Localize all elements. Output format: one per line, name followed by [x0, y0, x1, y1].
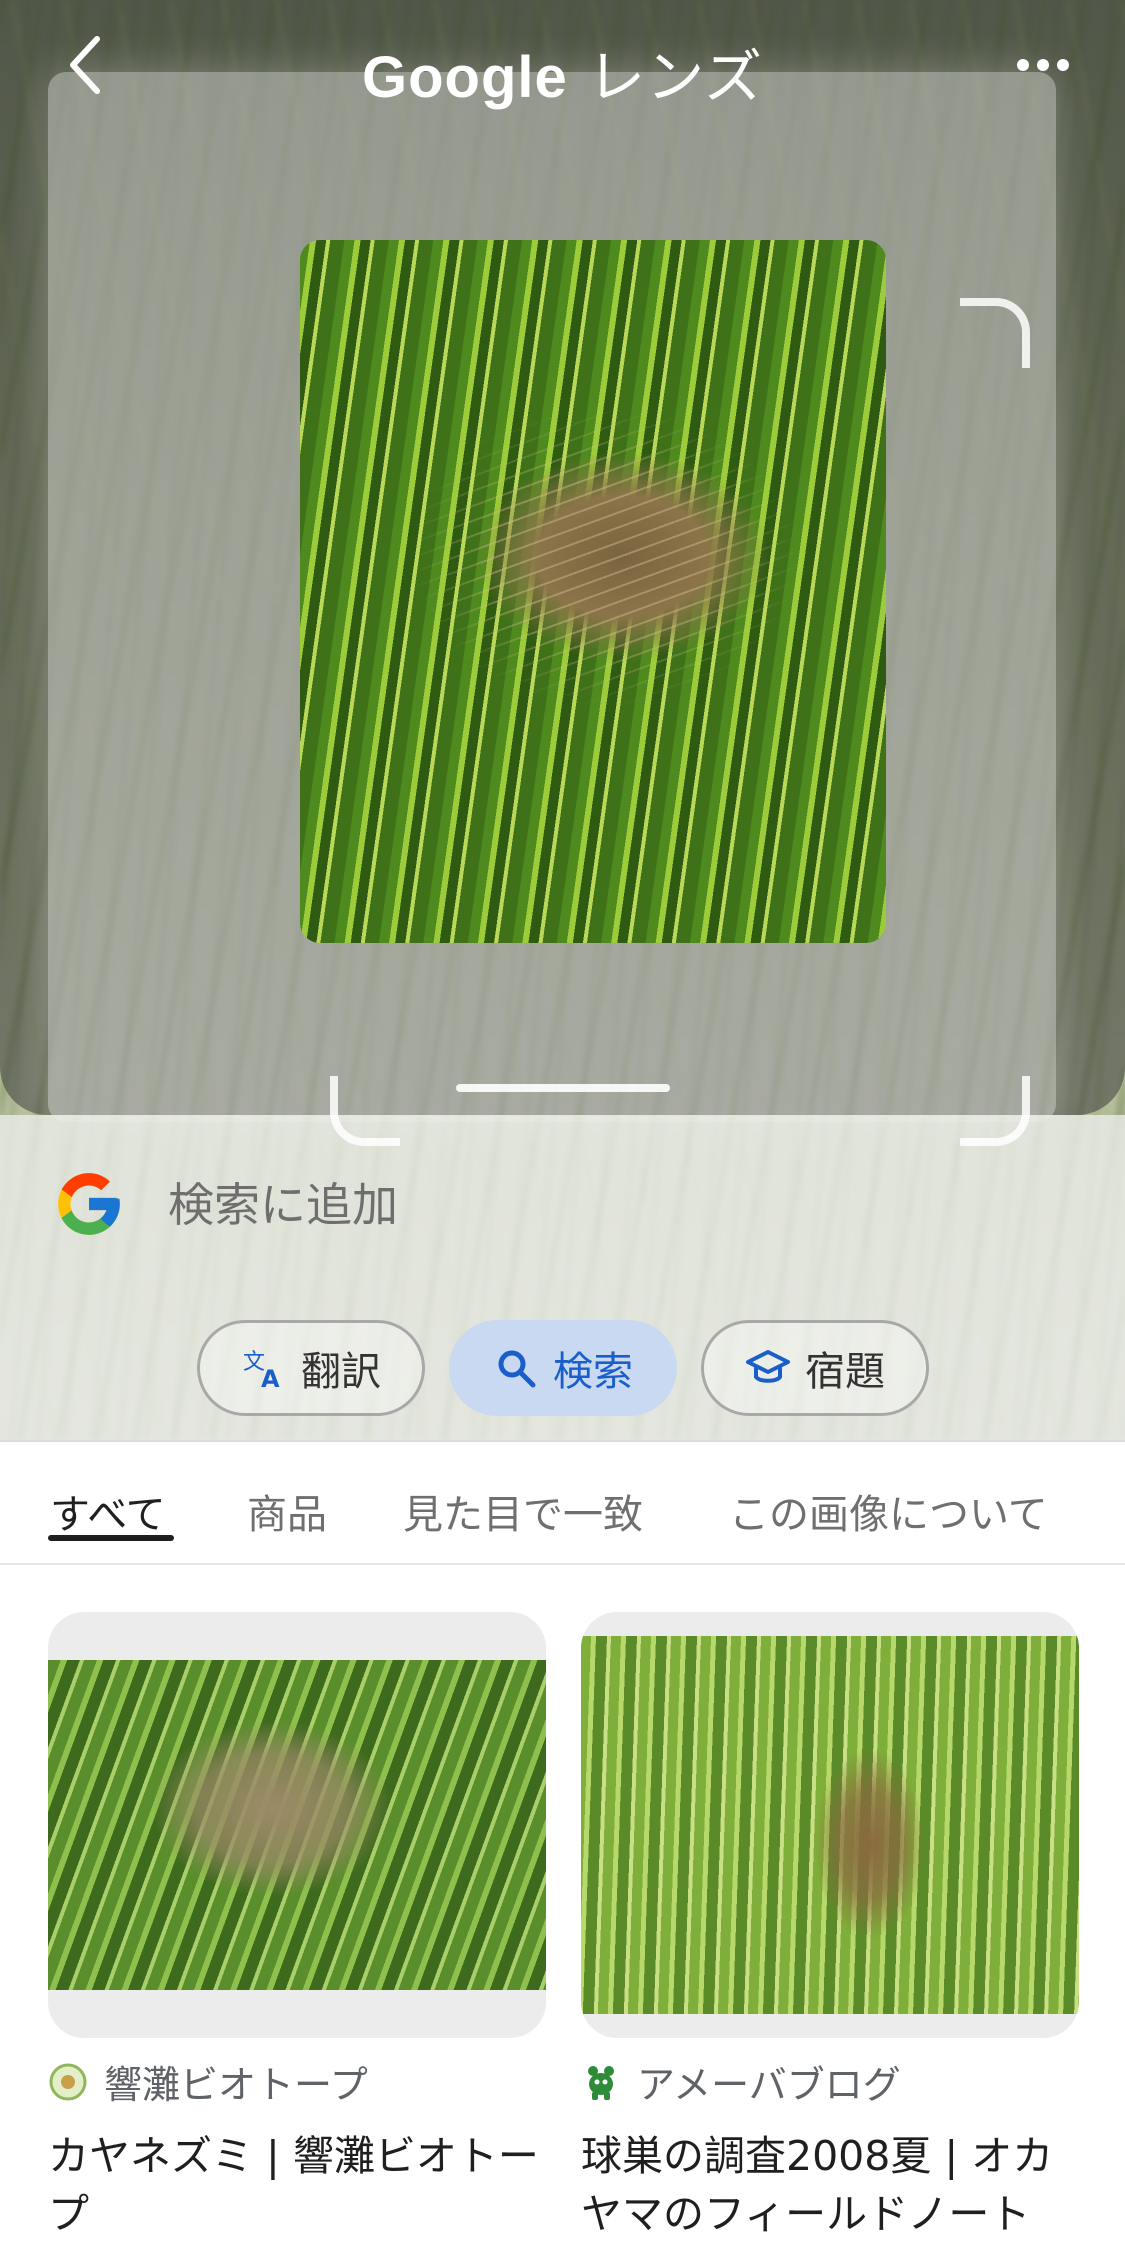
action-chips: 文 A 翻訳 検索 宿題	[0, 1320, 1125, 1416]
tab-visual-matches[interactable]: 見た目で一致	[403, 1482, 643, 1540]
site-favicon-icon	[48, 2062, 88, 2102]
results-tabs: すべて 商品 見た目で一致 この画像について	[0, 1440, 1125, 1565]
translate-icon: 文 A	[241, 1345, 287, 1391]
google-g-icon	[58, 1173, 120, 1235]
result-source: アメーバブログ	[581, 2054, 1079, 2109]
result-title[interactable]: 球巣の調査2008夏 | オカヤマのフィールドノート	[581, 2127, 1079, 2243]
crop-corner-bottom-right[interactable]	[960, 1076, 1030, 1146]
result-source-name: アメーバブログ	[637, 2063, 901, 2107]
result-image	[581, 1636, 1079, 2014]
result-image	[48, 1660, 546, 1990]
crop-corner-top-right[interactable]	[960, 298, 1030, 368]
svg-text:A: A	[261, 1365, 280, 1391]
nest-texture	[300, 240, 886, 943]
lens-viewer: Google レンズ 文 A 翻訳	[0, 0, 1125, 1440]
tab-about-this-image[interactable]: この画像について	[729, 1482, 1048, 1540]
result-title[interactable]: カヤネズミ | 響灘ビオトープ	[48, 2127, 546, 2243]
search-chip-label: 検索	[553, 1349, 633, 1395]
crop-corner-bottom-left[interactable]	[330, 1076, 400, 1146]
page-title: Google レンズ	[0, 30, 1125, 114]
homework-chip-label: 宿題	[805, 1349, 885, 1395]
tab-all[interactable]: すべて	[50, 1482, 166, 1540]
translate-chip[interactable]: 文 A 翻訳	[197, 1320, 425, 1416]
translate-chip-label: 翻訳	[301, 1349, 381, 1395]
result-source-name: 響灘ビオトープ	[104, 2063, 368, 2107]
active-tab-indicator	[48, 1535, 174, 1541]
search-icon	[493, 1345, 539, 1391]
search-input[interactable]	[168, 1170, 968, 1240]
school-icon	[745, 1345, 791, 1391]
more-options-button[interactable]	[1010, 40, 1075, 90]
tab-products[interactable]: 商品	[247, 1482, 327, 1540]
result-thumbnail[interactable]	[581, 1612, 1079, 2038]
result-source: 響灘ビオトープ	[48, 2054, 546, 2109]
top-bar: Google レンズ	[0, 0, 1125, 140]
result-card[interactable]: 響灘ビオトープ カヤネズミ | 響灘ビオトープ	[48, 1612, 546, 2243]
more-horizontal-icon	[1016, 59, 1069, 71]
sheet-drag-handle[interactable]	[456, 1084, 670, 1092]
result-thumbnail[interactable]	[48, 1612, 546, 2038]
result-card[interactable]: アメーバブログ 球巣の調査2008夏 | オカヤマのフィールドノート	[581, 1612, 1079, 2243]
ameba-favicon-icon	[581, 2062, 621, 2102]
title-brand: Google	[361, 45, 568, 110]
search-chip[interactable]: 検索	[449, 1320, 677, 1416]
homework-chip[interactable]: 宿題	[701, 1320, 929, 1416]
title-suffix: レンズ	[587, 43, 764, 111]
selected-image-region[interactable]	[300, 240, 886, 943]
